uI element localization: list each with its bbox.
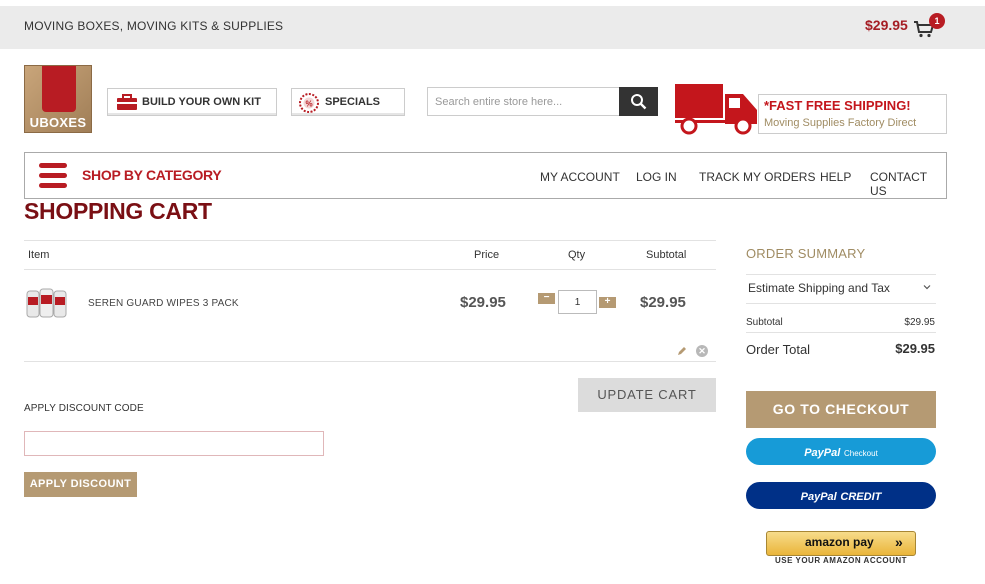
percent-badge-icon: % (299, 93, 319, 113)
specials-button[interactable]: % SPECIALS (291, 88, 405, 116)
cart-count-badge[interactable]: 1 (929, 13, 945, 29)
paypal-checkout-button[interactable]: PayPal Checkout (746, 438, 936, 465)
chevron-down-icon[interactable] (922, 282, 932, 292)
truck-icon (675, 84, 757, 135)
main-nav: SHOP BY CATEGORY MY ACCOUNT LOG IN TRACK… (24, 152, 947, 199)
qty-increase-button[interactable]: + (599, 297, 616, 308)
column-header-item: Item (28, 249, 50, 261)
summary-title: ORDER SUMMARY (746, 246, 866, 261)
summary-divider (746, 332, 936, 333)
paypal-credit-button[interactable]: PayPal CREDIT (746, 482, 936, 509)
order-total-label: Order Total (746, 342, 811, 357)
subtotal-label: Subtotal (746, 317, 783, 328)
column-header-price: Price (474, 249, 500, 261)
table-divider (24, 240, 716, 241)
close-icon[interactable]: ✕ (696, 345, 708, 357)
summary-divider (746, 303, 936, 304)
svg-text:%: % (305, 100, 312, 109)
page-title: SHOPPING CART (24, 198, 212, 224)
order-total-value: $29.95 (895, 341, 935, 356)
shop-by-category[interactable]: SHOP BY CATEGORY (82, 167, 222, 183)
logo-text: UBOXES (29, 115, 87, 130)
search-icon (631, 94, 647, 110)
logo-box-graphic (42, 66, 76, 112)
menu-icon[interactable] (39, 163, 67, 188)
search-input[interactable] (427, 87, 619, 116)
paypal-checkout-label: Checkout (844, 449, 878, 458)
column-header-subtotal: Subtotal (646, 249, 687, 261)
minicart-total[interactable]: $29.95 (865, 17, 908, 33)
pencil-icon[interactable] (676, 345, 688, 357)
qty-decrease-button[interactable]: − (538, 293, 555, 304)
amazon-arrows-icon: » (895, 534, 903, 550)
amazon-account-caption: USE YOUR AMAZON ACCOUNT (774, 556, 908, 565)
paypal-credit-label: CREDIT (840, 491, 882, 503)
nav-track-orders[interactable]: TRACK MY ORDERS (699, 170, 815, 184)
amazon-pay-label: amazon pay (805, 535, 874, 549)
nav-my-account[interactable]: MY ACCOUNT (540, 170, 620, 184)
paypal-logo: PayPal (800, 491, 837, 503)
table-divider (24, 361, 716, 362)
nav-log-in[interactable]: LOG IN (636, 170, 677, 184)
site-logo[interactable]: UBOXES (24, 65, 92, 133)
product-image[interactable] (25, 287, 69, 319)
site-tagline: MOVING BOXES, MOVING KITS & SUPPLIES (24, 19, 284, 33)
estimate-shipping-toggle[interactable]: Estimate Shipping and Tax (748, 281, 890, 295)
shipping-title: *FAST FREE SHIPPING! (764, 98, 911, 113)
product-name[interactable]: SEREN GUARD WIPES 3 PACK (88, 298, 239, 309)
free-shipping-banner[interactable]: *FAST FREE SHIPPING! Moving Supplies Fac… (758, 94, 947, 134)
apply-discount-button[interactable]: APPLY DISCOUNT (24, 472, 137, 497)
item-price: $29.95 (460, 294, 506, 311)
shipping-subtitle: Moving Supplies Factory Direct (764, 117, 917, 129)
checkout-button[interactable]: GO TO CHECKOUT (746, 391, 936, 428)
build-kit-label: BUILD YOUR OWN KIT (142, 96, 261, 108)
search-button[interactable] (619, 87, 658, 116)
item-subtotal: $29.95 (640, 294, 686, 311)
discount-code-input[interactable] (24, 431, 324, 456)
qty-input[interactable] (558, 290, 597, 314)
subtotal-value: $29.95 (904, 317, 935, 328)
table-divider (24, 269, 716, 270)
nav-contact-us[interactable]: CONTACT US (870, 170, 946, 198)
column-header-qty: Qty (568, 249, 586, 261)
nav-help[interactable]: HELP (820, 170, 851, 184)
build-kit-button[interactable]: BUILD YOUR OWN KIT (107, 88, 277, 116)
summary-divider (746, 274, 936, 275)
specials-label: SPECIALS (325, 96, 381, 108)
briefcase-icon (117, 94, 137, 110)
top-bar: MOVING BOXES, MOVING KITS & SUPPLIES $29… (0, 6, 985, 49)
paypal-logo: PayPal (804, 447, 841, 459)
discount-label: APPLY DISCOUNT CODE (24, 403, 144, 414)
update-cart-button[interactable]: UPDATE CART (578, 378, 716, 412)
amazon-pay-button[interactable]: amazon pay » (766, 531, 916, 556)
